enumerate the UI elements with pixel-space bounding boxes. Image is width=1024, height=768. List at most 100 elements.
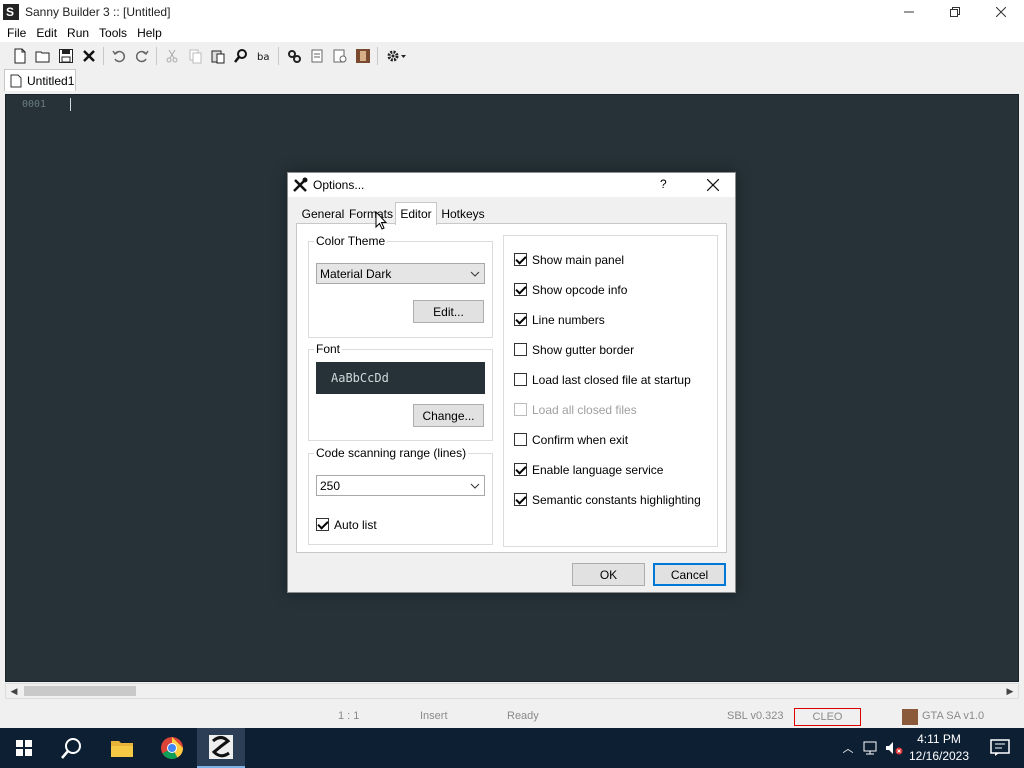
- mouse-cursor-icon: [375, 211, 387, 230]
- color-theme-select[interactable]: Material Dark: [316, 263, 485, 284]
- text-caret: [70, 98, 71, 111]
- semantic-constants-checkbox[interactable]: Semantic constants highlighting: [514, 492, 701, 507]
- load-all-closed-files-checkbox: Load all closed files: [514, 402, 637, 417]
- cancel-button[interactable]: Cancel: [653, 563, 726, 586]
- redo-button[interactable]: [130, 45, 153, 67]
- compile-button[interactable]: [282, 45, 305, 67]
- close-icon: [82, 50, 95, 62]
- enable-language-service-checkbox[interactable]: Enable language service: [514, 462, 663, 477]
- menu-file[interactable]: File: [2, 26, 31, 40]
- show-opcode-info-checkbox[interactable]: Show opcode info: [514, 282, 627, 297]
- document-tab[interactable]: Untitled1: [4, 69, 76, 91]
- edit-theme-button[interactable]: Edit...: [413, 300, 484, 323]
- code-scanning-value: 250: [320, 478, 341, 493]
- change-font-button[interactable]: Change...: [413, 404, 484, 427]
- restore-icon: [950, 6, 960, 17]
- undo-icon: [111, 50, 125, 63]
- network-icon[interactable]: [862, 740, 880, 756]
- horizontal-scrollbar[interactable]: ◀ ▶: [5, 683, 1019, 699]
- open-button[interactable]: [31, 45, 54, 67]
- close-icon: [996, 6, 1006, 17]
- paste-button[interactable]: [206, 45, 229, 67]
- insert-mode: Insert: [420, 710, 448, 722]
- start-button[interactable]: [0, 728, 48, 768]
- sanny-builder-taskbar-button[interactable]: [197, 728, 245, 768]
- taskbar: ︿ 4:11 PM 12/16/2023: [0, 728, 1024, 768]
- compile-run-button[interactable]: [305, 45, 328, 67]
- new-file-button[interactable]: [8, 45, 31, 67]
- cleo-label: CLEO: [812, 711, 843, 723]
- show-main-panel-checkbox[interactable]: Show main panel: [514, 252, 624, 267]
- editor-options-group: Show main panel Show opcode info Line nu…: [503, 235, 718, 547]
- redo-icon: [135, 50, 149, 63]
- settings-button[interactable]: [381, 45, 411, 67]
- toolbar-separator: [103, 47, 104, 65]
- chevron-up-icon[interactable]: ︿: [838, 740, 858, 756]
- dialog-close-button[interactable]: [699, 175, 727, 195]
- save-button[interactable]: [54, 45, 77, 67]
- confirm-when-exit-checkbox[interactable]: Confirm when exit: [514, 432, 628, 447]
- checkbox-box: [514, 283, 527, 296]
- script-button[interactable]: [328, 45, 351, 67]
- checkbox-box: [514, 433, 527, 446]
- scroll-left-button[interactable]: ◀: [6, 684, 22, 698]
- dialog-title-bar: Options... ?: [288, 173, 735, 197]
- document-icon: [10, 74, 22, 87]
- restore-button[interactable]: [932, 0, 978, 23]
- menu-help[interactable]: Help: [132, 26, 167, 40]
- code-scanning-select[interactable]: 250: [316, 475, 485, 496]
- cut-icon: [166, 49, 177, 63]
- show-gutter-border-checkbox[interactable]: Show gutter border: [514, 342, 634, 357]
- menu-edit[interactable]: Edit: [31, 26, 62, 40]
- auto-list-checkbox[interactable]: Auto list: [316, 517, 377, 532]
- help-button[interactable]: ?: [660, 177, 667, 191]
- minimize-button[interactable]: [886, 0, 932, 23]
- checkbox-box: [514, 403, 527, 416]
- taskbar-clock[interactable]: 4:11 PM 12/16/2023: [900, 731, 978, 765]
- copy-button[interactable]: [183, 45, 206, 67]
- load-last-closed-file-checkbox[interactable]: Load last closed file at startup: [514, 372, 691, 387]
- chrome-button[interactable]: [148, 728, 196, 768]
- settings-icon: [387, 50, 406, 62]
- find-icon: [233, 49, 247, 63]
- file-explorer-button[interactable]: [98, 728, 146, 768]
- close-file-button[interactable]: [77, 45, 100, 67]
- scroll-thumb[interactable]: [24, 686, 136, 696]
- tab-editor[interactable]: Editor: [395, 202, 437, 225]
- search-button[interactable]: [48, 728, 96, 768]
- game-button[interactable]: [351, 45, 374, 67]
- menu-tools[interactable]: Tools: [94, 26, 132, 40]
- tab-hotkeys[interactable]: Hotkeys: [440, 204, 486, 224]
- cursor-position: 1 : 1: [338, 710, 360, 722]
- dialog-title: Options...: [313, 178, 365, 192]
- scroll-right-button[interactable]: ▶: [1002, 684, 1018, 698]
- find-button[interactable]: [229, 45, 252, 67]
- options-dialog: Options... ? General Formats Editor Hotk…: [287, 172, 736, 593]
- cleo-status[interactable]: CLEO: [794, 708, 861, 726]
- editor-state: Ready: [507, 710, 539, 722]
- tab-general[interactable]: General: [301, 204, 345, 224]
- checkbox-box: [514, 343, 527, 356]
- checkbox-box: [514, 253, 527, 266]
- line-numbers-checkbox[interactable]: Line numbers: [514, 312, 605, 327]
- status-bar: 1 : 1 Insert Ready SBL v0.323 CLEO GTA S…: [0, 706, 1024, 728]
- clock-time: 4:11 PM: [917, 732, 961, 746]
- option-label: Confirm when exit: [532, 432, 629, 447]
- checkbox-box: [514, 463, 527, 476]
- undo-button[interactable]: [107, 45, 130, 67]
- ok-button[interactable]: OK: [572, 563, 645, 586]
- save-icon: [58, 49, 73, 63]
- replace-button[interactable]: ba: [252, 45, 275, 67]
- notifications-button[interactable]: [976, 728, 1024, 768]
- notification-icon: [990, 739, 1010, 756]
- window-title: Sanny Builder 3 :: [Untitled]: [25, 4, 171, 19]
- menu-run[interactable]: Run: [62, 26, 94, 40]
- compile-icon: [287, 50, 301, 63]
- copy-icon: [189, 49, 201, 64]
- close-window-button[interactable]: [978, 0, 1024, 23]
- auto-list-label: Auto list: [334, 517, 377, 532]
- cut-button[interactable]: [160, 45, 183, 67]
- option-label: Line numbers: [532, 312, 605, 327]
- close-icon: [707, 179, 719, 191]
- game-version[interactable]: GTA SA v1.0: [922, 710, 984, 722]
